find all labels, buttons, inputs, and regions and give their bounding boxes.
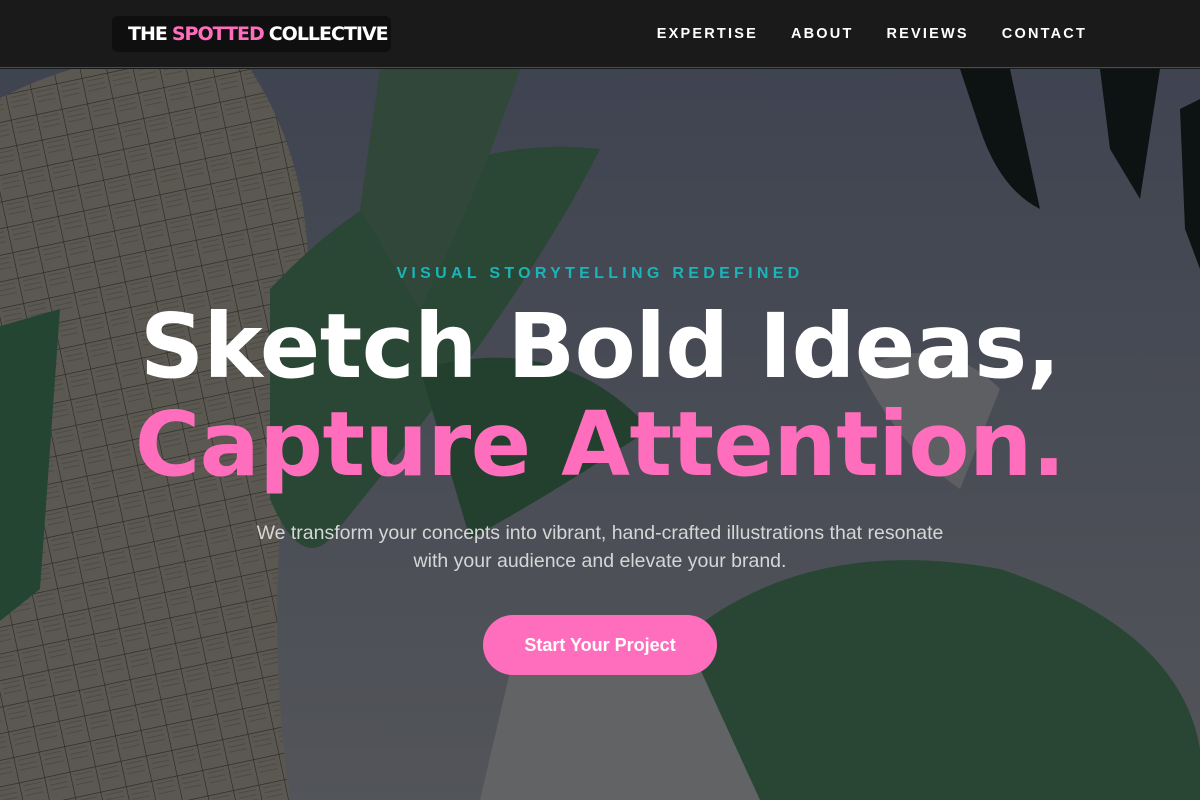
hero-subtitle: We transform your concepts into vibrant,… (256, 522, 944, 572)
top-navigation: THE SPOTTED COLLECTIVE EXPERTISE ABOUT R… (0, 0, 1200, 68)
nav-link-reviews[interactable]: REVIEWS (887, 26, 969, 42)
hero-section: VISUAL STORYTELLING REDEFINED Sketch Bol… (0, 69, 1200, 800)
nav-menu: EXPERTISE ABOUT REVIEWS CONTACT (657, 26, 1087, 42)
headline-line-1: Sketch Bold Ideas, (139, 294, 1061, 398)
hero-headline: Sketch Bold Ideas, Capture Attention. (0, 297, 1200, 493)
nav-link-contact[interactable]: CONTACT (1002, 26, 1087, 42)
nav-link-about[interactable]: ABOUT (791, 26, 854, 42)
brand-suffix: COLLECTIVE (268, 22, 389, 45)
hero-eyebrow: VISUAL STORYTELLING REDEFINED (396, 265, 804, 282)
brand-prefix: THE (128, 22, 168, 45)
brand-logo[interactable]: THE SPOTTED COLLECTIVE (112, 15, 391, 52)
nav-link-expertise[interactable]: EXPERTISE (657, 26, 758, 42)
hero-content: VISUAL STORYTELLING REDEFINED Sketch Bol… (0, 69, 1200, 800)
headline-line-2: Capture Attention. (134, 392, 1066, 496)
start-project-button[interactable]: Start Your Project (483, 615, 717, 675)
brand-accent: SPOTTED (171, 22, 265, 45)
